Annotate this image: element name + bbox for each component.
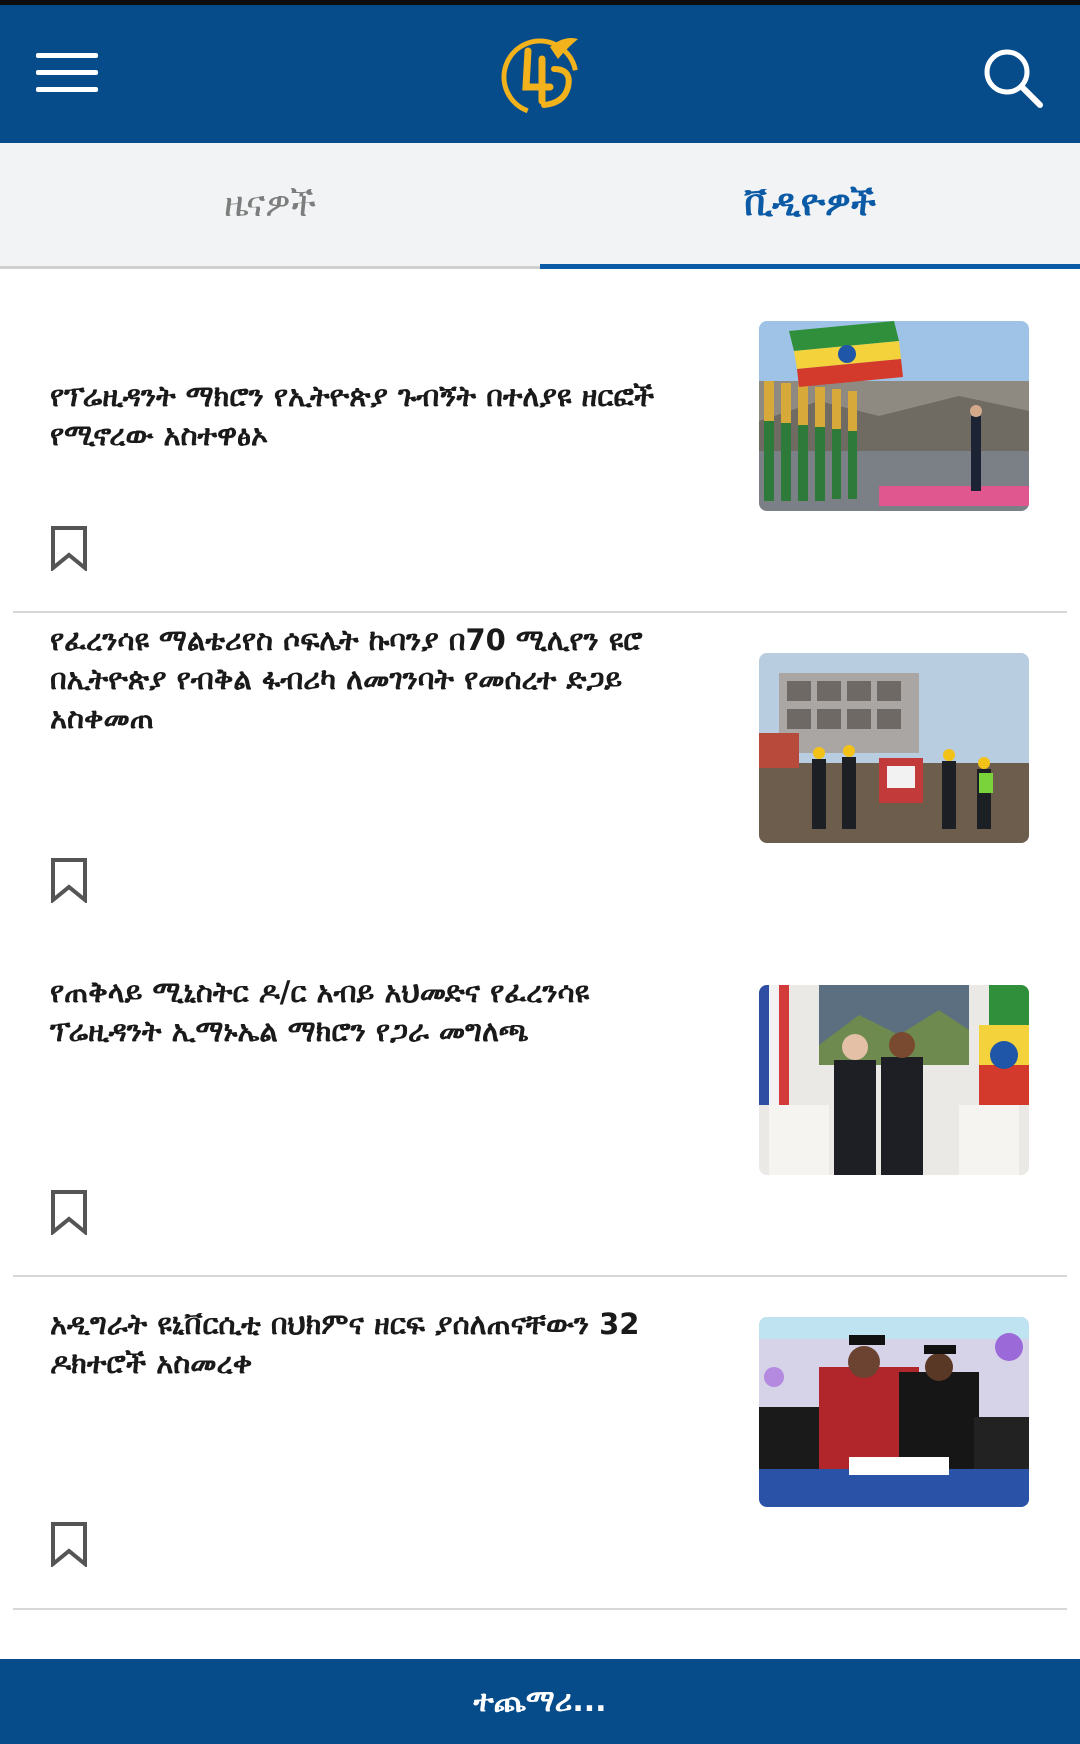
list-item[interactable]: አዲግራት ዩኒቨርሲቲ በህክምና ዘርፍ ያሰለጠናቸውን 32 ዶክተሮች… [0,1265,1080,1610]
list-item[interactable]: የፈረንሳዩ ማልቴሪየስ ሶፍሌት ኩባንያ በ70 ሚሊየን ዩሮ በኢትዮ… [0,601,1080,933]
search-icon[interactable] [982,47,1044,109]
item-title[interactable]: የፈረንሳዩ ማልቴሪየስ ሶፍሌት ኩባንያ በ70 ሚሊየን ዩሮ በኢትዮ… [50,621,710,738]
graduation-photo[interactable] [759,1317,1029,1507]
list-item[interactable]: የጠቅላይ ሚኒስትር ዶ/ር አብይ አህመድና የፈረንሳዩ ፕሬዚዳንት … [0,933,1080,1277]
flag-ceremony-photo[interactable] [759,321,1029,511]
item-title[interactable]: አዲግራት ዩኒቨርሲቲ በህክምና ዘርፍ ያሰለጠናቸውን 32 ዶክተሮች… [50,1305,710,1383]
list-item[interactable]: የፕሬዚዳንት ማክሮን የኢትዮጵያ ጉብኝት በተለያዩ ዘርፎች የሚኖረ… [0,269,1080,613]
divider [13,1608,1067,1610]
load-more-button[interactable]: ተጨማሪ... [0,1659,1080,1744]
construction-site-photo[interactable] [759,653,1029,843]
item-title[interactable]: የጠቅላይ ሚኒስትር ዶ/ር አብይ አህመድና የፈረንሳዩ ፕሬዚዳንት … [50,973,710,1051]
tab-videos[interactable]: ቪዲዮዎች [540,143,1080,269]
tab-bar: ዜናዎች ቪዲዮዎች [0,143,1080,269]
bookmark-icon[interactable] [50,1189,88,1235]
hamburger-menu-icon[interactable] [36,51,100,95]
video-list: የፕሬዚዳንት ማክሮን የኢትዮጵያ ጉብኝት በተለያዩ ዘርፎች የሚኖረ… [0,269,1080,1610]
item-title[interactable]: የፕሬዚዳንት ማክሮን የኢትዮጵያ ጉብኝት በተለያዩ ዘርፎች የሚኖረ… [50,377,710,455]
bookmark-icon[interactable] [50,525,88,571]
top-app-bar [0,0,1080,143]
bookmark-icon[interactable] [50,1521,88,1567]
leaders-handshake-photo[interactable] [759,985,1029,1175]
channel-logo[interactable] [498,29,584,121]
bookmark-icon[interactable] [50,857,88,903]
tab-news[interactable]: ዜናዎች [0,143,540,269]
